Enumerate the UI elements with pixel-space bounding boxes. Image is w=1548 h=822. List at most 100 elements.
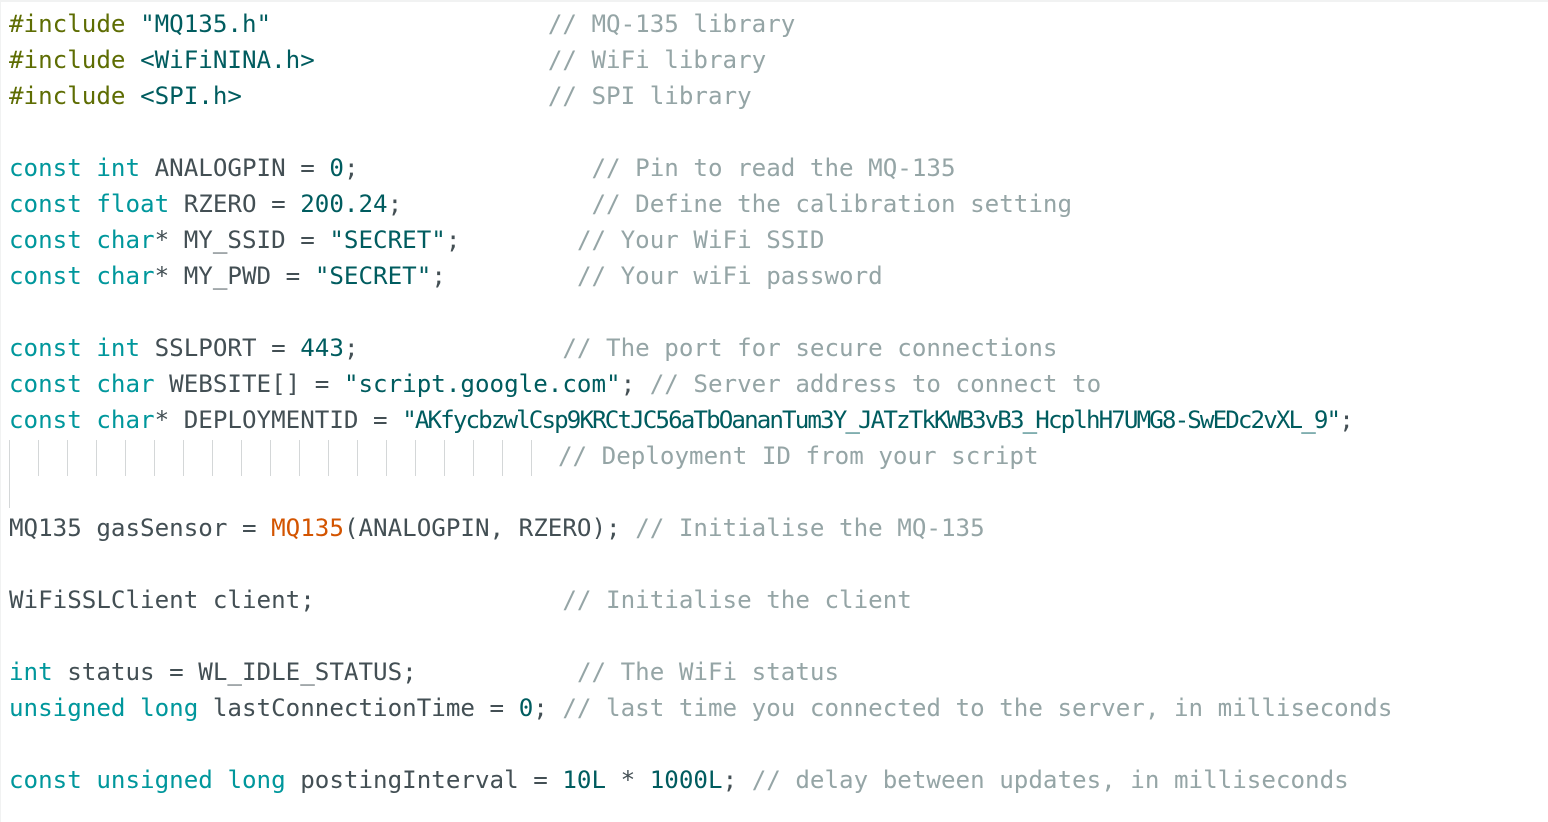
code-token: WEBSITE[] = (154, 370, 344, 398)
code-line-12: const char* DEPLOYMENTID = "AKfycbzwlCsp… (9, 402, 1354, 438)
code-line-3: #include <SPI.h> // SPI library (9, 78, 752, 114)
code-token: MQ135 gasSensor = (9, 514, 272, 542)
code-token: const (9, 154, 82, 182)
code-line-17: WiFiSSLClient client; // Initialise the … (9, 582, 912, 618)
code-token: char (96, 262, 155, 290)
code-token: "AKfycbzwlCsp9KRCtJC56aTbOananTum3Y_JATz… (402, 406, 1341, 434)
code-token: * MY_PWD = (154, 262, 315, 290)
code-line-13: // Deployment ID from your script (558, 438, 1039, 474)
code-token: ; (343, 154, 592, 182)
code-token: 443 (300, 334, 344, 362)
code-token: ; (620, 370, 650, 398)
code-token: 10L (562, 766, 607, 794)
code-comment: // Pin to read the MQ-135 (591, 154, 956, 182)
code-token: * (606, 766, 650, 794)
code-token: #include (9, 82, 126, 110)
code-comment: // Deployment ID from your script (558, 442, 1039, 470)
code-token: ; (343, 334, 563, 362)
code-token: const (9, 766, 82, 794)
code-token: float (96, 190, 170, 218)
code-token: int (96, 334, 141, 362)
code-token: "MQ135.h" (140, 10, 272, 38)
code-comment: // The WiFi status (576, 658, 840, 686)
code-token: 1000L (649, 766, 723, 794)
code-token: long (140, 694, 199, 722)
code-token: long (227, 766, 286, 794)
code-token: int (96, 154, 141, 182)
code-token: RZERO = (169, 190, 301, 218)
code-token: char (96, 370, 155, 398)
code-token: ANALOGPIN = (140, 154, 330, 182)
code-token: ; (722, 766, 752, 794)
code-token: const (9, 370, 82, 398)
code-token: "script.google.com" (343, 370, 621, 398)
code-comment: // Define the calibration setting (591, 190, 1073, 218)
code-line-6: const float RZERO = 200.24; // Define th… (9, 186, 1072, 222)
code-token: postingInterval = (285, 766, 563, 794)
code-comment: // Initialise the client (562, 586, 912, 614)
code-line-5: const int ANALOGPIN = 0; // Pin to read … (9, 150, 956, 186)
code-token: WiFiSSLClient client; (9, 586, 563, 614)
code-comment: // SPI library (547, 82, 752, 110)
code-line-10: const int SSLPORT = 443; // The port for… (9, 330, 1058, 366)
code-token: #include (9, 10, 126, 38)
code-token: (ANALOGPIN, RZERO); (343, 514, 636, 542)
code-line-15: MQ135 gasSensor = MQ135(ANALOGPIN, RZERO… (9, 510, 985, 546)
code-line-1: #include "MQ135.h" // MQ-135 library (9, 6, 795, 42)
code-comment: // last time you connected to the server… (562, 694, 1393, 722)
code-line-22: const unsigned long postingInterval = 10… (9, 762, 1349, 798)
code-line-11: const char WEBSITE[] = "script.google.co… (9, 366, 1101, 402)
code-editor[interactable]: #include "MQ135.h" // MQ-135 library #in… (0, 0, 1548, 822)
code-token: int (9, 658, 53, 686)
code-line-20: unsigned long lastConnectionTime = 0; //… (9, 690, 1392, 726)
code-line-2: #include <WiFiNINA.h> // WiFi library (9, 42, 766, 78)
indent-guide (9, 476, 10, 508)
code-comment: // Your wiFi password (576, 262, 883, 290)
code-token: ; (387, 190, 592, 218)
code-token: const (9, 334, 82, 362)
code-token: "SECRET" (314, 262, 432, 290)
code-token: ; (1339, 406, 1354, 434)
code-token: <SPI.h> (140, 82, 242, 110)
code-token: const (9, 190, 82, 218)
code-token: #include (9, 46, 126, 74)
code-line-19: int status = WL_IDLE_STATUS; // The WiFi… (9, 654, 839, 690)
code-comment: // The port for secure connections (562, 334, 1058, 362)
code-comment: // MQ-135 library (547, 10, 796, 38)
code-token: unsigned (96, 766, 213, 794)
code-token: unsigned (9, 694, 126, 722)
code-comment: // Initialise the MQ-135 (635, 514, 985, 542)
code-token: ; (445, 226, 577, 254)
code-token: * DEPLOYMENTID = (154, 406, 403, 434)
code-comment: // delay between updates, in millisecond… (751, 766, 1349, 794)
code-token: 0 (329, 154, 344, 182)
code-token: char (96, 226, 155, 254)
code-token: char (96, 406, 155, 434)
code-comment: // WiFi library (547, 46, 767, 74)
code-token: const (9, 262, 82, 290)
code-token: <WiFiNINA.h> (140, 46, 315, 74)
code-token: * MY_SSID = (154, 226, 330, 254)
code-token: ; (533, 694, 563, 722)
code-token: const (9, 226, 82, 254)
code-comment: // Your WiFi SSID (576, 226, 825, 254)
code-line-8: const char* MY_PWD = "SECRET"; // Your w… (9, 258, 883, 294)
code-token: ; (431, 262, 577, 290)
code-token: 200.24 (300, 190, 388, 218)
